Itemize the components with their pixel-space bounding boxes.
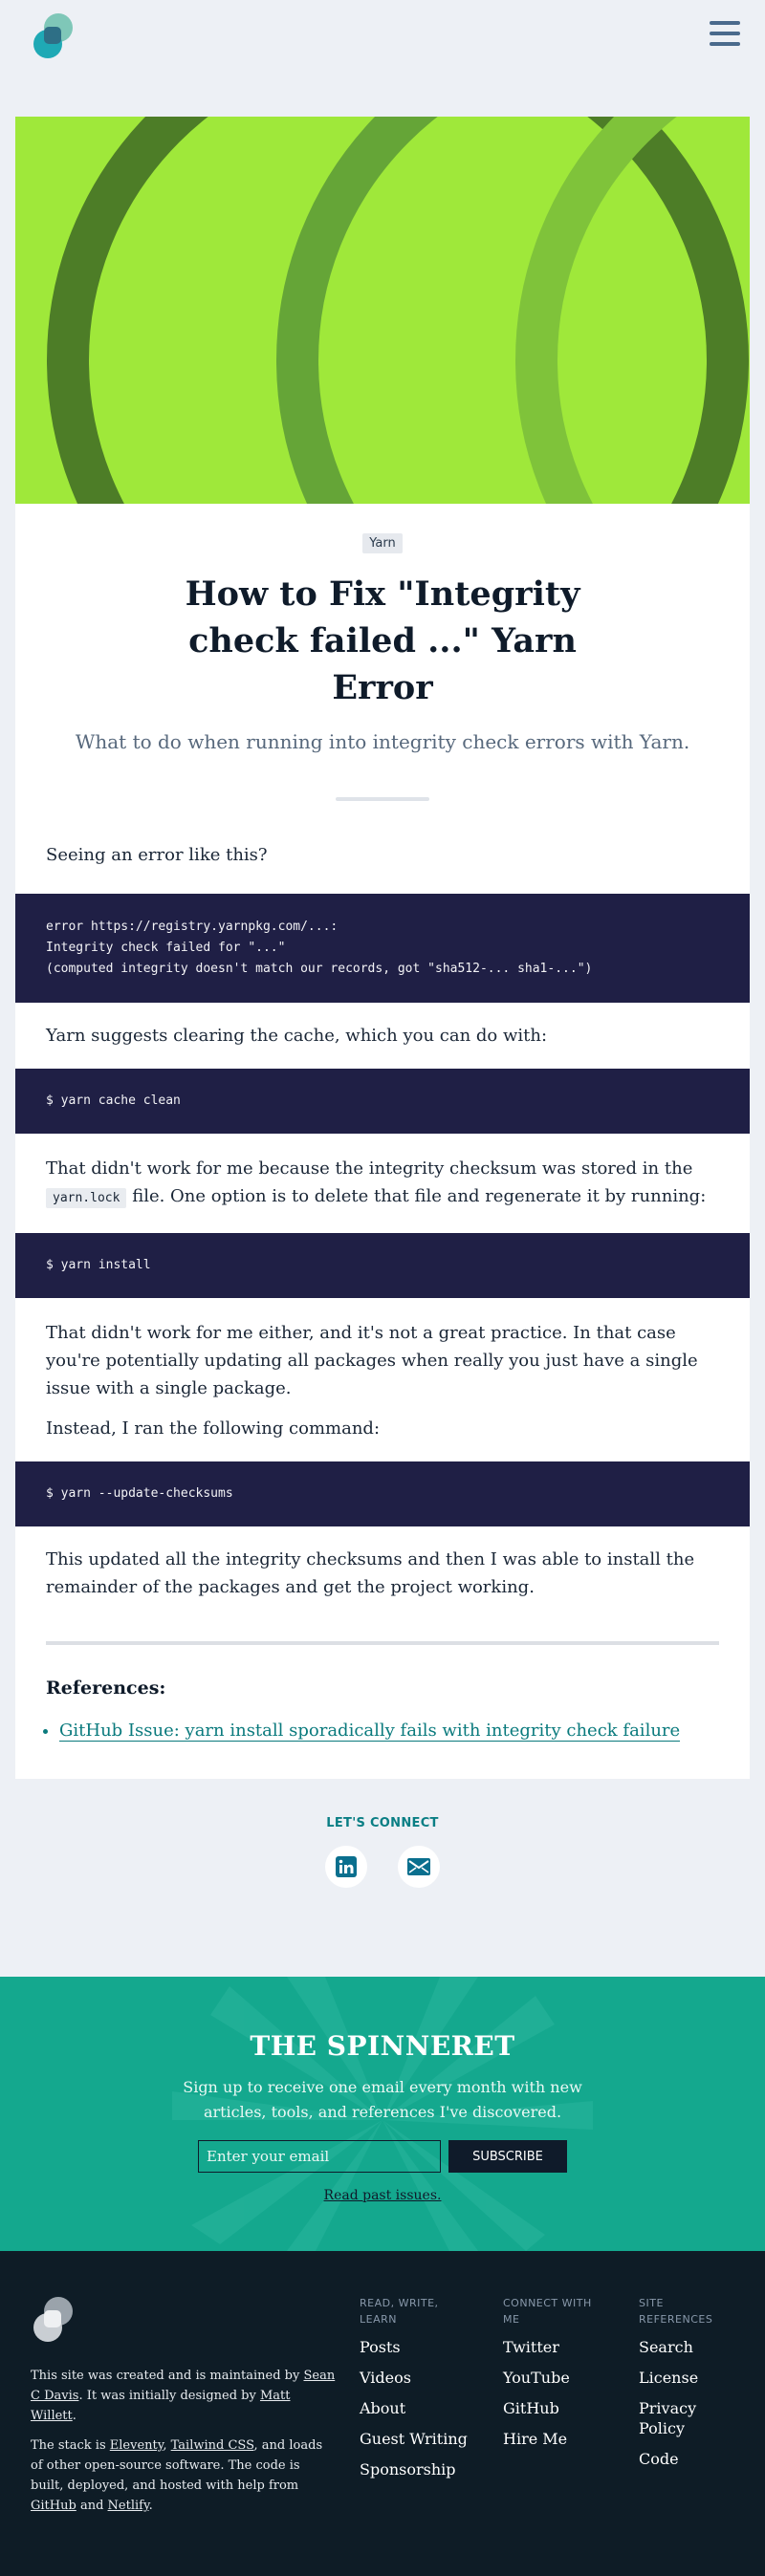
email-input[interactable] [198,2140,441,2173]
subscribe-button[interactable]: SUBSCRIBE [448,2140,567,2173]
code-block: $ yarn install [15,1233,750,1298]
tailwind-link[interactable]: Tailwind CSS [171,2438,254,2453]
code-line: $ yarn --update-checksums [46,1486,233,1501]
divider [336,797,429,801]
newsletter-form: SUBSCRIBE [0,2140,765,2173]
github-link[interactable]: GitHub [31,2499,76,2513]
newsletter-section: THE SPINNERET Sign up to receive one ema… [0,1977,765,2251]
footer-link-github[interactable]: GitHub [503,2398,608,2418]
category-tag[interactable]: Yarn [362,533,403,553]
footer-text: and [76,2499,108,2513]
code-block: error https://registry.yarnpkg.com/...: … [15,894,750,1003]
connect-section: LET'S CONNECT [0,1816,765,1888]
code-line: (computed integrity doesn't match our re… [46,962,593,976]
article-title: How to Fix "Integrity check failed ..." … [185,574,580,707]
footer-link-posts[interactable]: Posts [360,2337,474,2357]
menu-bar [710,21,740,25]
paragraph: That didn't work for me because the inte… [46,1155,719,1212]
newsletter-title: THE SPINNERET [250,2030,515,2062]
article-subtitle: What to do when running into integrity c… [75,730,690,753]
newsletter-description: Sign up to receive one email every month… [183,2078,582,2121]
footer-link-license[interactable]: License [639,2368,725,2388]
footer-column-title: CONNECT WITH ME [503,2297,592,2326]
paragraph-text: That didn't work for me because the inte… [46,1158,693,1179]
eleventy-link[interactable]: Eleventy [110,2438,164,2453]
divider [46,1641,719,1645]
footer-link-guest-writing[interactable]: Guest Writing [360,2429,474,2449]
paragraph-text: file. One option is to delete that file … [132,1186,707,1206]
site-footer: This site was created and is maintained … [0,2251,765,2576]
footer-text: The stack is [31,2438,110,2453]
menu-bar [710,32,740,35]
past-issues-link[interactable]: Read past issues. [324,2188,442,2203]
footer-text: . It was initially designed by [78,2389,260,2403]
site-header [0,0,765,115]
footer-column-site: SITE REFERENCES Search License Privacy P… [639,2295,725,2479]
references-list: GitHub Issue: yarn install sporadically … [46,1718,719,1744]
menu-bar [710,42,740,46]
article-card: Yarn How to Fix "Integrity check failed … [15,117,750,1779]
menu-button[interactable] [710,21,740,50]
footer-link-sponsorship[interactable]: Sponsorship [360,2459,474,2479]
footer-link-about[interactable]: About [360,2398,474,2418]
paragraph: This updated all the integrity checksums… [46,1549,695,1597]
footer-link-twitter[interactable]: Twitter [503,2337,608,2357]
footer-link-hire-me[interactable]: Hire Me [503,2429,608,2449]
footer-text: . [148,2499,153,2513]
footer-logo[interactable] [31,2295,76,2345]
list-item: GitHub Issue: yarn install sporadically … [59,1718,719,1744]
footer-column-title: SITE REFERENCES [639,2297,713,2326]
connect-title: LET'S CONNECT [326,1816,439,1830]
netlify-link[interactable]: Netlify [108,2499,149,2513]
paragraph: Seeing an error like this? [46,845,268,865]
code-block: $ yarn cache clean [15,1069,750,1134]
footer-column-title: READ, WRITE, LEARN [360,2297,439,2326]
linkedin-icon [336,1856,357,1877]
footer-link-search[interactable]: Search [639,2337,725,2357]
code-line: error https://registry.yarnpkg.com/...: [46,920,339,934]
site-logo[interactable] [31,11,76,61]
reference-link[interactable]: GitHub Issue: yarn install sporadically … [59,1721,681,1742]
footer-text: , [163,2438,171,2453]
footer-link-youtube[interactable]: YouTube [503,2368,608,2388]
hero-image [15,117,750,504]
paragraph: Instead, I ran the following command: [46,1418,381,1439]
footer-link-privacy-policy[interactable]: Privacy Policy [639,2398,725,2438]
code-line: Integrity check failed for "..." [46,941,286,955]
footer-text: This site was created and is maintained … [31,2369,304,2383]
paragraph: That didn't work for me either, and it's… [46,1323,698,1398]
footer-link-code[interactable]: Code [639,2449,725,2469]
footer-credit: This site was created and is maintained … [31,2366,337,2426]
footer-text: . [72,2409,76,2423]
footer-stack: The stack is Eleventy, Tailwind CSS, and… [31,2435,337,2516]
code-line: $ yarn install [46,1258,151,1272]
linkedin-button[interactable] [325,1846,367,1888]
footer-about: This site was created and is maintained … [31,2366,337,2525]
code-line: $ yarn cache clean [46,1093,181,1108]
references-heading: References: [46,1678,166,1699]
footer-link-videos[interactable]: Videos [360,2368,474,2388]
email-icon [407,1858,430,1875]
code-block: $ yarn --update-checksums [15,1461,750,1526]
inline-code: yarn.lock [46,1188,127,1208]
footer-column-connect: CONNECT WITH ME Twitter YouTube GitHub H… [503,2295,608,2459]
footer-column-read: READ, WRITE, LEARN Posts Videos About Gu… [360,2295,474,2490]
email-button[interactable] [398,1846,440,1888]
paragraph: Yarn suggests clearing the cache, which … [46,1026,548,1046]
